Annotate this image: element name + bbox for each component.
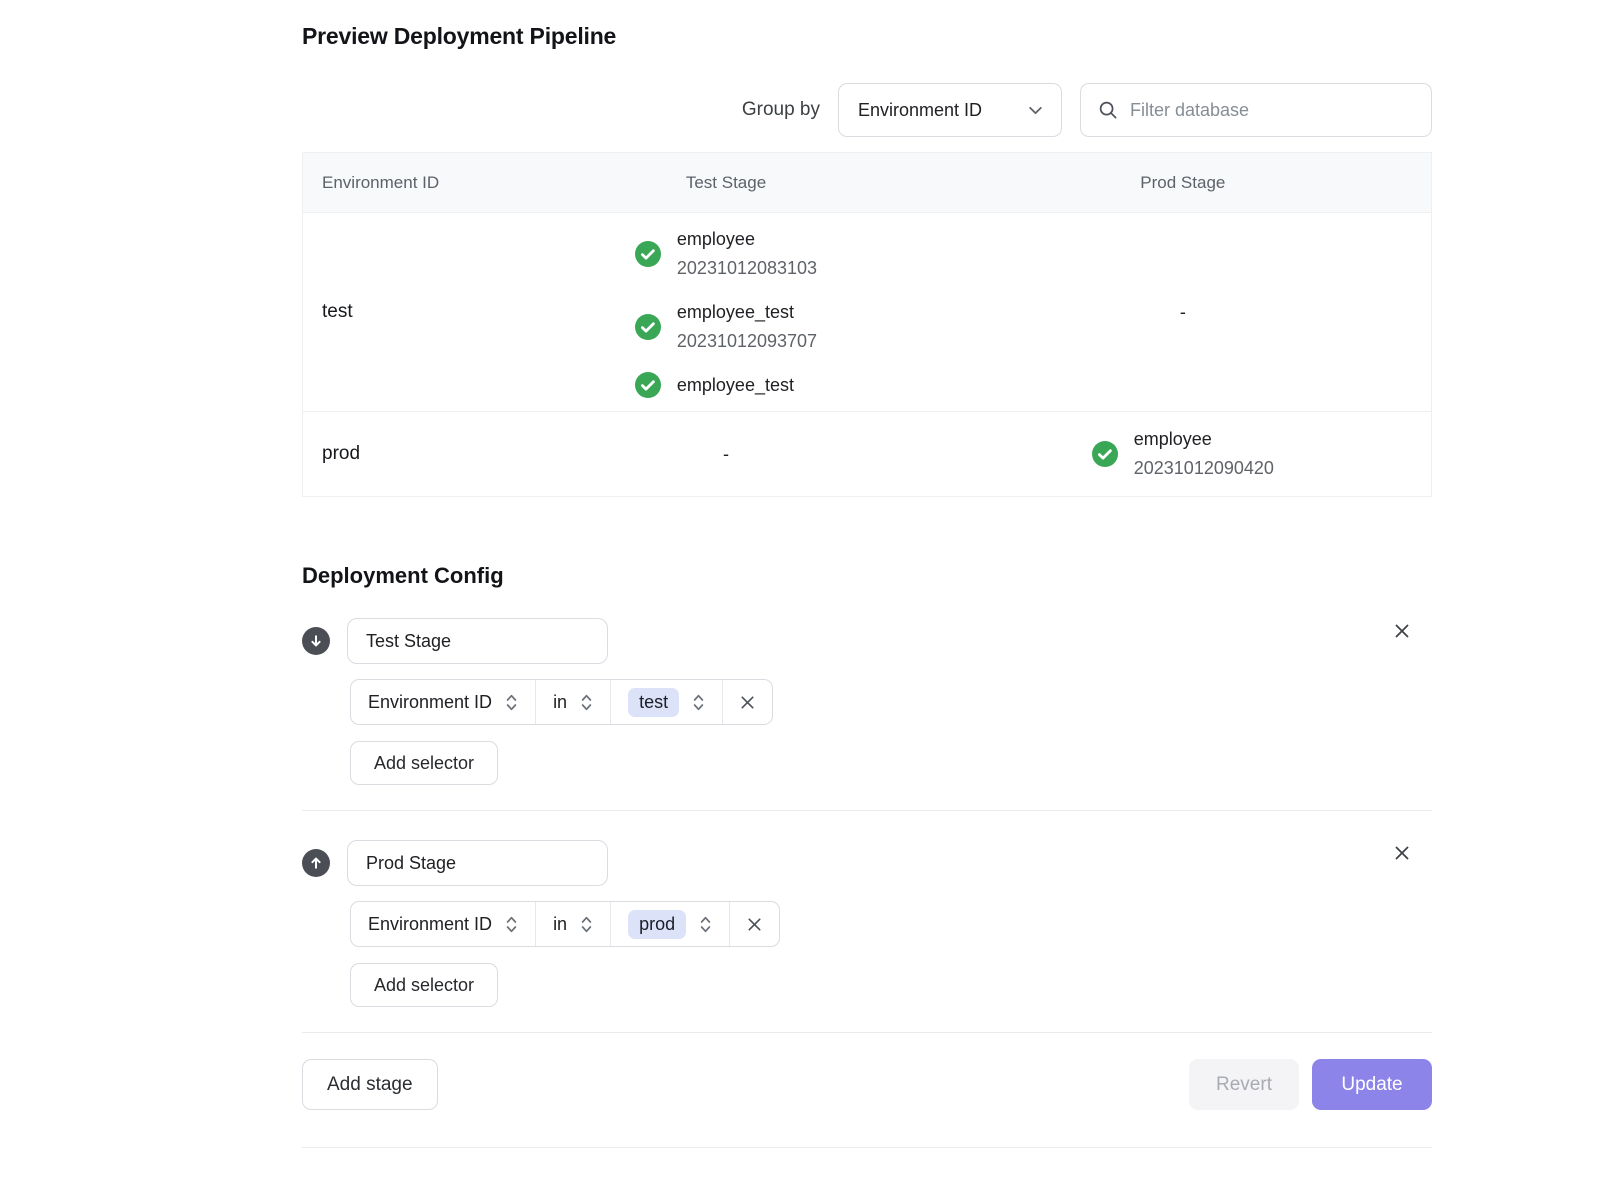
prod-stage-cell: - [935,213,1431,411]
add-selector-button[interactable]: Add selector [350,741,498,785]
selector-row: Environment ID in prod [350,901,780,947]
bottom-divider [302,1147,1432,1148]
arrow-down-circle-icon [302,627,330,655]
selector-row: Environment ID in test [350,679,773,725]
update-button[interactable]: Update [1312,1059,1432,1110]
check-circle-icon [635,372,661,398]
main-content: Preview Deployment Pipeline Group by Env… [302,0,1432,1148]
selector-operator-value: in [553,692,567,713]
selector-operator-select[interactable]: in [536,902,611,946]
arrow-up-circle-icon [302,849,330,877]
toolbar: Group by Environment ID [302,83,1432,137]
empty-value: - [723,444,729,465]
deployment-entries: employee 20231012090420 [1092,425,1274,483]
stage-block-test: Environment ID in test Add sel [302,618,1432,785]
remove-selector-button[interactable] [730,902,779,946]
updown-caret-icon [505,914,518,935]
check-circle-icon [1092,441,1118,467]
table-row-prod: prod - employee 20231012090420 [303,411,1431,496]
group-by-label: Group by [742,99,820,121]
stage-name-input[interactable] [347,840,608,886]
add-stage-button[interactable]: Add stage [302,1059,438,1110]
footer-divider [302,1032,1432,1033]
deployment-entry: employee 20231012083103 [635,225,817,283]
selector-field-value: Environment ID [368,692,492,713]
schema-version: 20231012090420 [1134,454,1274,483]
column-header-prod-stage: Prod Stage [935,173,1431,193]
deployment-config-heading: Deployment Config [302,563,1432,589]
pipeline-table: Environment ID Test Stage Prod Stage tes… [302,152,1432,497]
database-name: employee [677,225,817,254]
updown-caret-icon [692,692,705,713]
table-row-test: test employee 20231012083103 [303,212,1431,411]
remove-stage-button[interactable] [1391,620,1413,642]
deployment-entry: employee_test [635,371,794,400]
test-stage-cell: employee 20231012083103 employee_test 20… [517,213,934,411]
revert-button[interactable]: Revert [1189,1059,1299,1110]
prod-stage-cell: employee 20231012090420 [935,412,1431,496]
check-circle-icon [635,314,661,340]
filter-database-input[interactable] [1130,100,1414,121]
selector-field-select[interactable]: Environment ID [351,902,536,946]
remove-selector-button[interactable] [723,680,772,724]
environment-id-cell: test [303,213,517,411]
selector-value-pill: prod [628,910,686,939]
updown-caret-icon [580,692,593,713]
stage-name-input[interactable] [347,618,608,664]
add-selector-button[interactable]: Add selector [350,963,498,1007]
selector-value-select[interactable]: prod [611,902,730,946]
group-by-select[interactable]: Environment ID [838,83,1062,137]
selector-field-value: Environment ID [368,914,492,935]
selector-operator-select[interactable]: in [536,680,611,724]
filter-database-search[interactable] [1080,83,1432,137]
selector-value-pill: test [628,688,679,717]
group-by-selected-value: Environment ID [858,100,982,121]
database-name: employee_test [677,371,794,400]
page-title: Preview Deployment Pipeline [302,23,1432,50]
stage-block-prod: Environment ID in prod Add sel [302,840,1432,1007]
stage-divider [302,810,1432,811]
remove-stage-button[interactable] [1391,842,1413,864]
check-circle-icon [635,241,661,267]
pipeline-table-header: Environment ID Test Stage Prod Stage [303,153,1431,212]
database-name: employee [1134,425,1274,454]
column-header-environment-id: Environment ID [303,173,517,193]
search-icon [1098,100,1118,120]
database-name: employee_test [677,298,817,327]
updown-caret-icon [580,914,593,935]
selector-value-select[interactable]: test [611,680,723,724]
selector-operator-value: in [553,914,567,935]
footer-actions: Add stage Revert Update [302,1059,1432,1110]
selector-field-select[interactable]: Environment ID [351,680,536,724]
deployment-entries: employee 20231012083103 employee_test 20… [635,225,817,400]
test-stage-cell: - [517,412,934,496]
chevron-down-icon [1027,102,1044,119]
deployment-entry: employee_test 20231012093707 [635,298,817,356]
column-header-test-stage: Test Stage [517,173,934,193]
updown-caret-icon [699,914,712,935]
schema-version: 20231012083103 [677,254,817,283]
schema-version: 20231012093707 [677,327,817,356]
environment-id-cell: prod [303,412,517,496]
deployment-entry: employee 20231012090420 [1092,425,1274,483]
updown-caret-icon [505,692,518,713]
empty-value: - [1180,302,1186,323]
